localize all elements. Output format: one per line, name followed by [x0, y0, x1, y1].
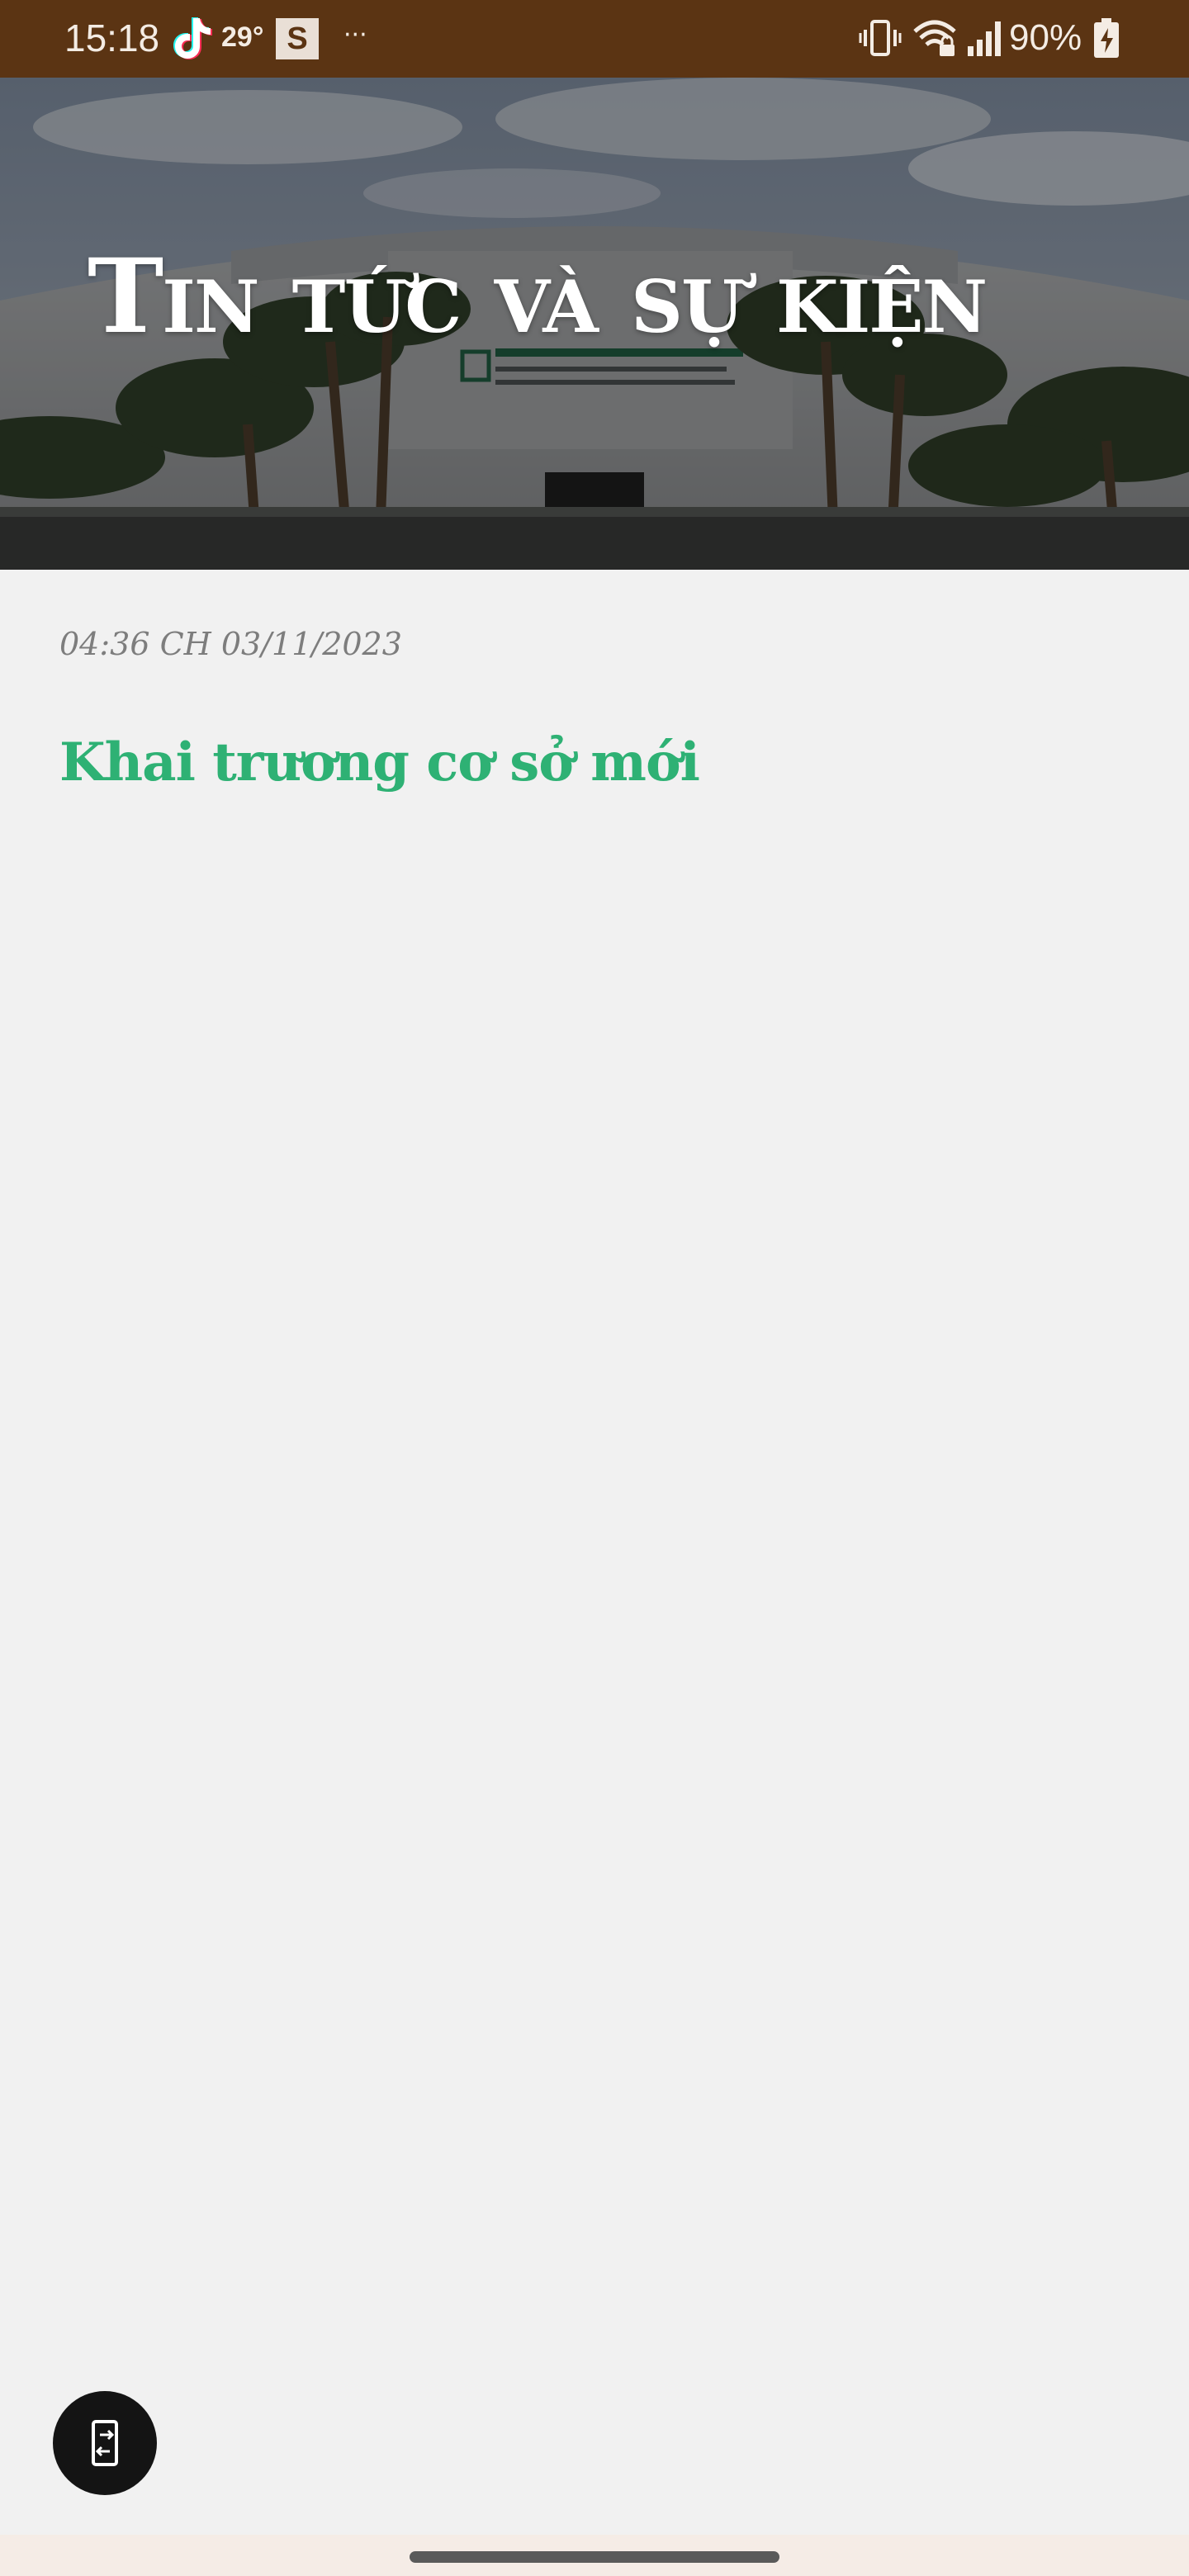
- navigation-bar: [0, 2535, 1189, 2576]
- battery-percentage: 90%: [1009, 17, 1082, 58]
- status-temperature: 29°: [221, 21, 264, 53]
- rotate-screen-icon: [92, 2420, 118, 2466]
- home-gesture-handle[interactable]: [410, 2551, 779, 2563]
- status-bar: 15:18 29° S ··· 90%: [0, 0, 1189, 78]
- battery-icon: [1094, 18, 1119, 58]
- rotate-screen-button[interactable]: [53, 2391, 157, 2495]
- news-list: 04:36 CH 03/11/2023 Khai trương cơ sở mớ…: [0, 570, 1189, 2535]
- hero-banner: Tin tức và sự kiện: [0, 78, 1189, 570]
- more-notifications-icon: ···: [343, 21, 367, 50]
- s-app-icon: S: [276, 18, 319, 59]
- vibrate-icon: [859, 20, 902, 56]
- tiktok-icon: [173, 17, 212, 59]
- post-date: 04:36 CH 03/11/2023: [59, 626, 402, 662]
- wifi-icon: [913, 20, 956, 56]
- page-title: Tin tức và sự kiện: [88, 237, 988, 357]
- signal-icon: [968, 21, 1001, 56]
- status-time: 15:18: [64, 17, 160, 59]
- post-title[interactable]: Khai trương cơ sở mới: [59, 732, 700, 793]
